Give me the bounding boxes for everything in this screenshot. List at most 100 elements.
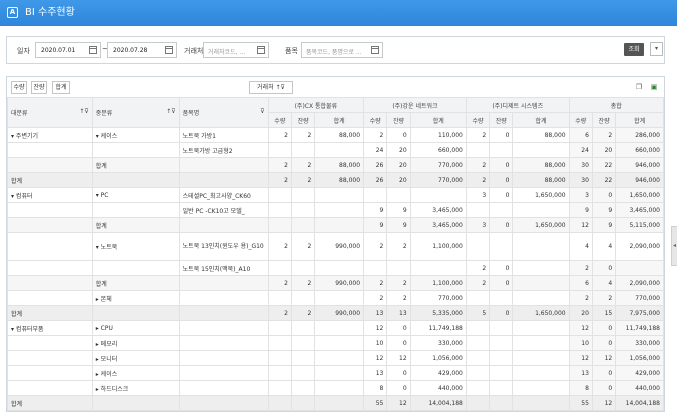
table-row: 노트북 15인치(맥북)_A10 2 0 2 0 xyxy=(7,260,664,276)
value-cell: 2 xyxy=(363,290,388,306)
copy-icon[interactable]: ❐ xyxy=(634,82,644,93)
date-from-field[interactable]: 2020.07.01 xyxy=(35,42,101,58)
dimension-cell[interactable]: ▸ 하드디스크 xyxy=(91,380,180,396)
value-cell xyxy=(267,290,292,306)
value-cell: 8 xyxy=(363,380,388,396)
dimension-cell xyxy=(178,365,269,381)
dimension-cell[interactable]: ▾ 컴퓨터부품 xyxy=(7,320,93,336)
dimension-cell xyxy=(91,202,180,218)
dim-header-item[interactable]: 품목명 ⊽ xyxy=(178,97,269,128)
value-cell xyxy=(615,260,664,276)
measure-header: 수량 xyxy=(465,112,491,128)
dimension-cell[interactable]: ▸ 모니터 xyxy=(91,350,180,366)
value-cell: 94 xyxy=(363,410,388,411)
dimension-cell: 스테셜PC_최고사양_CK60 xyxy=(178,187,269,203)
filter-panel: 일자 2020.07.01 ~ 2020.07.28 거래처 거래처코드, ..… xyxy=(6,36,665,64)
value-cell xyxy=(314,365,365,381)
dimension-cell[interactable]: ▾ 주변기기 xyxy=(7,127,93,143)
value-cell xyxy=(465,320,491,336)
calendar-icon[interactable] xyxy=(89,46,97,54)
dimension-cell[interactable]: ▸ 본체 xyxy=(91,290,180,306)
value-cell xyxy=(290,395,316,411)
dimension-cell xyxy=(7,202,93,218)
chevron-down-icon[interactable]: ▾ xyxy=(650,42,663,56)
table-row: 일반 PC -CK10고 모델_ 9 9 3,465,000 9 9 3,465,000 xyxy=(7,202,664,218)
customer-input[interactable]: 거래처코드, ... xyxy=(203,42,269,58)
dimension-cell[interactable]: ▾ 노트북 xyxy=(91,232,180,261)
value-cell: 4 xyxy=(568,232,593,261)
value-cell xyxy=(512,380,570,396)
value-cell xyxy=(489,320,514,336)
dimension-cell xyxy=(7,380,93,396)
value-cell: 9 xyxy=(363,217,388,233)
dimension-cell[interactable]: ▾ PC xyxy=(91,187,180,203)
value-cell: 22,925,188 xyxy=(615,410,664,411)
group-header: (주)강운 네트워크 xyxy=(363,97,467,113)
qty-toggle-button[interactable]: 수량 xyxy=(11,81,27,94)
side-panel-toggle[interactable]: ◂ xyxy=(671,226,677,266)
value-cell: 990,000 xyxy=(314,232,365,261)
value-cell: 0 xyxy=(591,335,617,351)
value-cell xyxy=(290,202,316,218)
value-cell xyxy=(314,142,365,158)
value-cell xyxy=(314,395,365,411)
value-cell: 9 xyxy=(386,202,411,218)
value-cell xyxy=(512,142,570,158)
app-logo-icon: A xyxy=(7,7,18,18)
value-cell: 12 xyxy=(363,320,388,336)
value-cell: 13 xyxy=(568,365,593,381)
calendar-icon[interactable] xyxy=(165,46,173,54)
value-cell: 2 xyxy=(267,127,292,143)
lookup-icon[interactable] xyxy=(257,46,265,54)
dimension-cell[interactable]: ▸ 케이스 xyxy=(91,365,180,381)
dimension-cell[interactable]: ▾ 컴퓨터 xyxy=(7,187,93,203)
dimension-cell[interactable]: ▾ 케이스 xyxy=(91,127,180,143)
dimension-cell xyxy=(7,232,93,261)
value-cell: 12 xyxy=(386,350,411,366)
sort-filter-icon[interactable]: ↑⊽ xyxy=(79,108,88,115)
dim-header-category[interactable]: 대분류 ↑⊽ xyxy=(7,97,93,128)
sum-toggle-button[interactable]: 합계 xyxy=(52,81,70,94)
value-cell: 15 xyxy=(591,305,617,321)
sort-filter-icon[interactable]: ↑⊽ xyxy=(166,108,175,115)
value-cell: 2 xyxy=(465,127,491,143)
excel-icon[interactable]: ▣ xyxy=(649,82,659,93)
value-cell: 1,650,000 xyxy=(512,187,570,203)
dim-header-subcategory[interactable]: 중분류 ↑⊽ xyxy=(91,97,180,128)
measure-header: 잔량 xyxy=(591,112,617,128)
value-cell: 2 xyxy=(290,305,316,321)
value-cell xyxy=(314,260,365,276)
search-button[interactable]: 조회 xyxy=(624,43,644,56)
filter-icon[interactable]: ⊽ xyxy=(260,108,264,115)
value-cell: 3 xyxy=(465,217,491,233)
value-cell: 660,000 xyxy=(615,142,664,158)
customer-placeholder: 거래처코드, ... xyxy=(208,49,246,56)
dimension-cell[interactable]: ▸ CPU xyxy=(91,320,180,336)
dimension-cell[interactable]: ▸ 메모리 xyxy=(91,335,180,351)
value-cell: 429,000 xyxy=(615,365,664,381)
value-cell xyxy=(489,142,514,158)
value-cell: 4 xyxy=(591,232,617,261)
value-cell xyxy=(465,335,491,351)
value-cell: 2 xyxy=(290,232,316,261)
value-cell: 88,000 xyxy=(512,172,570,188)
value-cell: 0 xyxy=(489,410,514,411)
value-cell xyxy=(267,335,292,351)
value-cell: 2 xyxy=(290,172,316,188)
measure-header: 합계 xyxy=(615,112,664,128)
item-input[interactable]: 품목코드, 품명으로 ... xyxy=(301,42,383,58)
value-cell: 26 xyxy=(363,172,388,188)
value-cell: 770,000 xyxy=(409,157,467,173)
value-cell: 5,115,000 xyxy=(615,217,664,233)
lookup-icon[interactable] xyxy=(371,46,379,54)
value-cell: 2 xyxy=(465,172,491,188)
dimension-cell xyxy=(178,275,269,291)
value-cell: 9 xyxy=(591,202,617,218)
remain-toggle-button[interactable]: 잔량 xyxy=(31,81,47,94)
value-cell xyxy=(363,187,388,203)
customer-field-chip[interactable]: 거래처 ↑⊽ xyxy=(249,81,293,94)
filter-icon[interactable]: ⊽ xyxy=(281,84,285,91)
value-cell xyxy=(465,232,491,261)
value-cell: 0 xyxy=(489,260,514,276)
date-to-field[interactable]: 2020.07.28 xyxy=(107,42,177,58)
